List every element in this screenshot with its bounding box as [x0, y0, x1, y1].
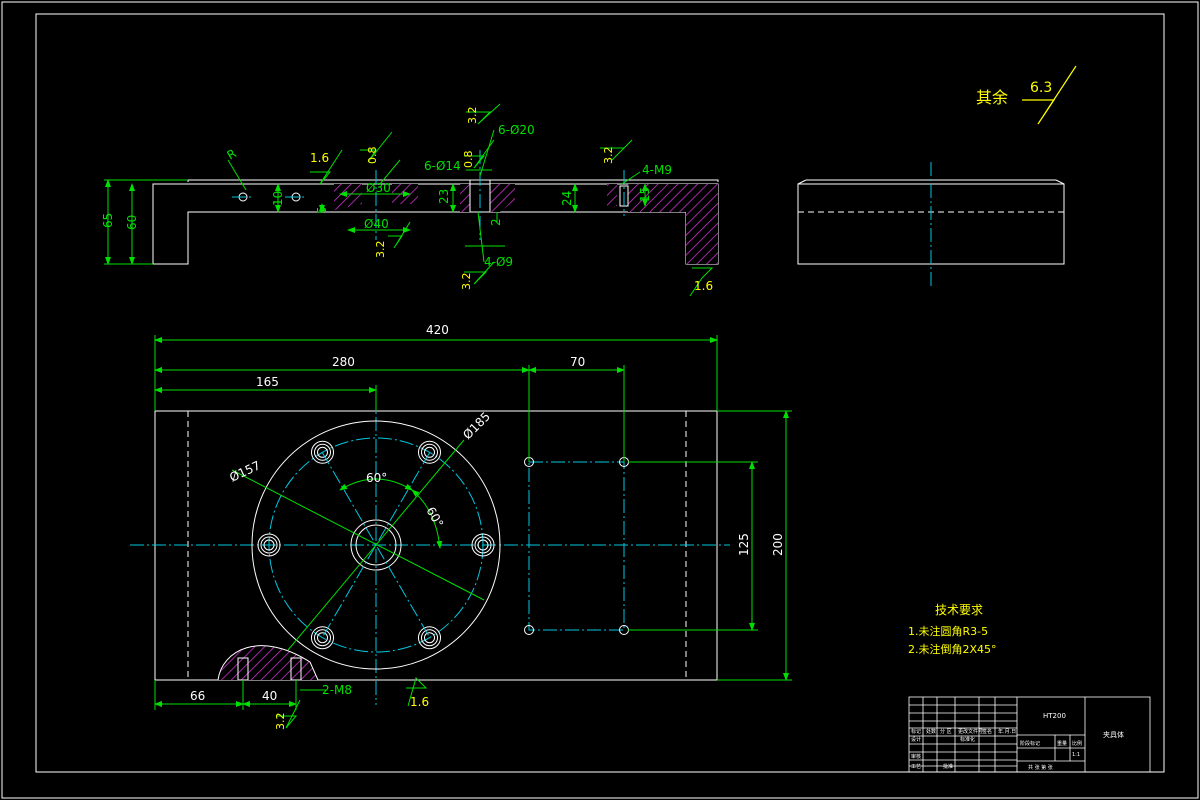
tb-cell-13: 批准	[943, 763, 953, 770]
tb-cell-9: 重量	[1057, 740, 1067, 747]
label-65: 65	[101, 213, 115, 228]
tech-req-item-2: 2.未注倒角2X45°	[908, 642, 997, 656]
label-two-m8: 2-M8	[322, 683, 352, 697]
label-5: 5	[315, 206, 329, 214]
label-ra-0-8-b: 0.8	[462, 151, 475, 169]
tb-cell-10: 比例	[1072, 740, 1082, 747]
label-10: 10	[271, 191, 285, 206]
label-23: 23	[437, 189, 451, 204]
tb-cell-6: 设计	[911, 736, 921, 743]
label-dia157: Ø157	[227, 458, 262, 484]
title-name: 夹具体	[1103, 730, 1124, 739]
tb-cell-12: 工艺	[911, 764, 921, 770]
label-24: 24	[560, 191, 574, 206]
label-ra-1-6-right: 1.6	[694, 279, 713, 293]
title-block: HT200 夹具体 标记 处数 分 区 更改文件号 签名 年.月.日 设计 标准…	[908, 696, 1151, 773]
technical-requirements: 技术要求 1.未注圆角R3-5 2.未注倒角2X45°	[908, 603, 997, 656]
section-view: R 1.6 0.8 Ø30 Ø40 3.2 6-Ø14 0.8 3.2 6-Ø2…	[101, 103, 719, 297]
label-70: 70	[570, 355, 585, 369]
side-view	[797, 162, 1065, 288]
label-ra-3-2-d: 3.2	[602, 147, 615, 165]
roughness-value: 6.3	[1030, 80, 1052, 96]
label-angle-60b: 60°	[423, 505, 446, 530]
cad-drawing: 其余 6.3 R 1.6 0.8 Ø30 Ø40 3.2 6-Ø14 0.8 3…	[1, 1, 1199, 799]
label-66: 66	[190, 689, 205, 703]
plan-view: 420 280 70 165 Ø185 Ø157 60° 60° 125 200…	[130, 323, 792, 730]
tb-cell-1: 处数	[926, 728, 936, 735]
label-15: 15	[638, 187, 652, 202]
tb-cell-4: 签名	[982, 728, 992, 735]
tb-cell-14: 共 张 第 张	[1028, 764, 1053, 771]
label-2: 2	[489, 218, 503, 226]
label-420: 420	[426, 323, 449, 337]
hatch-boss-center-right	[490, 184, 515, 212]
label-ra-0-8-a: 0.8	[366, 147, 379, 165]
label-ra-1-6-top: 1.6	[310, 151, 329, 165]
label-ra-3-2-b: 3.2	[466, 107, 479, 125]
label-angle-60a: 60°	[366, 471, 387, 485]
label-four-dia9: 4-Ø9	[484, 255, 513, 269]
tb-cell-11: 审核	[911, 753, 921, 760]
tb-cell-7: 标准化	[960, 736, 975, 743]
inner-frame	[35, 13, 1165, 773]
label-200: 200	[771, 533, 785, 556]
label-ra-3-2-c: 3.2	[460, 273, 473, 291]
default-roughness-symbol: 其余 6.3	[976, 65, 1077, 125]
label-dia185: Ø185	[460, 409, 493, 442]
breakout-hatch	[218, 645, 318, 680]
tb-cell-2: 分 区	[940, 728, 952, 735]
label-six-dia20: 6-Ø20	[498, 123, 535, 137]
label-125: 125	[737, 533, 751, 556]
label-r: R	[225, 146, 239, 162]
hatch-boss-left	[334, 184, 362, 210]
label-165: 165	[256, 375, 279, 389]
label-ra-3-2-plan: 3.2	[274, 713, 287, 731]
label-dia30: Ø30	[366, 181, 391, 195]
tech-req-title: 技术要求	[935, 603, 983, 617]
tb-cell-15: 1:1	[1072, 752, 1080, 758]
outer-frame	[1, 1, 1199, 799]
label-40: 40	[262, 689, 277, 703]
label-280: 280	[332, 355, 355, 369]
hatch-boss-center	[460, 184, 470, 212]
label-ra-3-2-a: 3.2	[374, 241, 387, 259]
label-ra-1-6-plan: 1.6	[410, 695, 429, 709]
roughness-prefix: 其余	[976, 88, 1008, 107]
tb-cell-0: 标记	[911, 728, 921, 735]
tb-cell-5: 年.月.日	[998, 728, 1016, 735]
label-dia40: Ø40	[364, 217, 389, 231]
tb-cell-3: 更改文件号	[958, 728, 983, 735]
tb-cell-8: 阶段标记	[1020, 740, 1040, 747]
title-material: HT200	[1043, 712, 1066, 720]
label-four-m9: 4-M9	[642, 163, 672, 177]
label-60: 60	[125, 215, 139, 230]
label-six-dia14: 6-Ø14	[424, 159, 461, 173]
tech-req-item-1: 1.未注圆角R3-5	[908, 624, 988, 638]
